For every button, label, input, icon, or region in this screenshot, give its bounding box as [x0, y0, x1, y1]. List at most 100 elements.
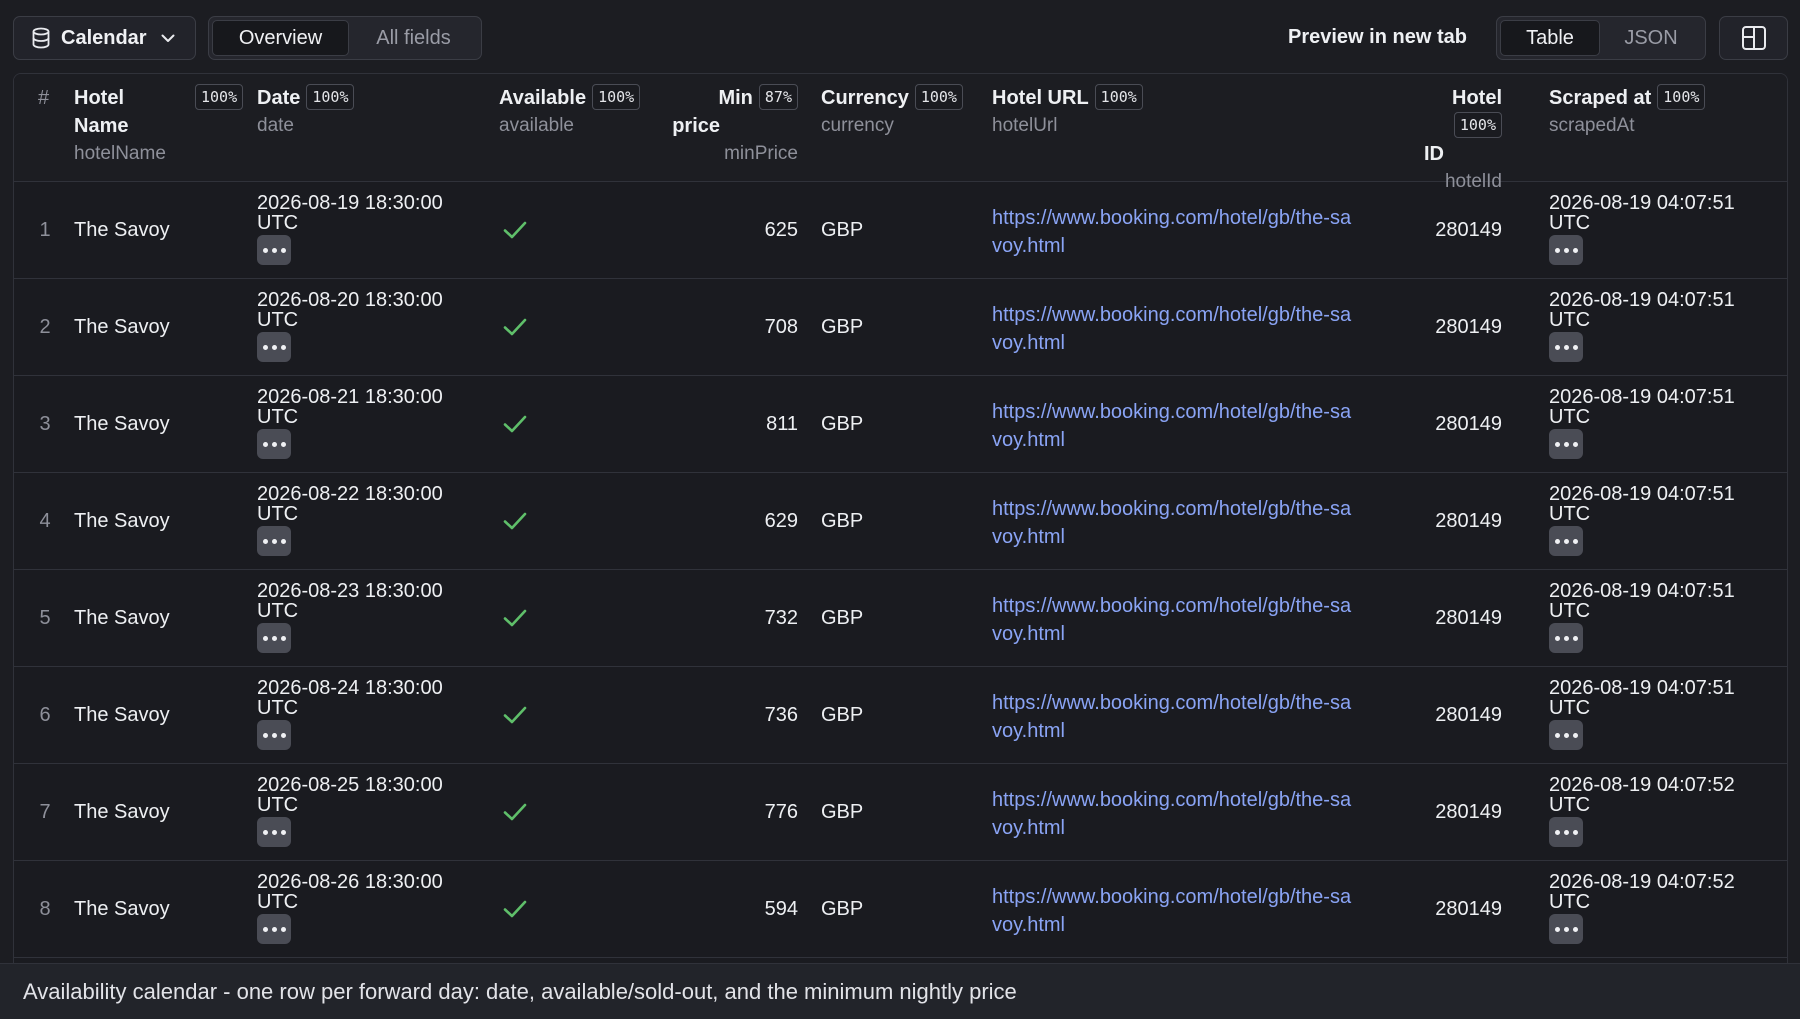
fill-badge: 100%	[1094, 84, 1143, 110]
preview-in-new-tab-link[interactable]: Preview in new tab	[1288, 26, 1467, 49]
col-available[interactable]: Available 100% available	[499, 84, 641, 140]
table-row[interactable]: 4 The Savoy 2026-08-22 18:30:00 UTC 629 GBP ht…	[14, 473, 1787, 570]
col-scraped-at[interactable]: Scraped at 100% scrapedAt	[1549, 84, 1706, 140]
more-button[interactable]	[1549, 817, 1583, 847]
more-button[interactable]	[257, 914, 291, 944]
dot-icon	[280, 441, 286, 447]
more-button[interactable]	[257, 235, 291, 265]
dot-icon	[262, 926, 268, 932]
dot-icon	[1563, 732, 1569, 738]
hotel-url-link[interactable]: https://www.booking.com/hotel/gb/the-sa v…	[992, 592, 1372, 648]
hotel-name: The Savoy	[74, 413, 170, 435]
more-button[interactable]	[257, 623, 291, 653]
col-hotel-url[interactable]: Hotel URL 100% hotelUrl	[992, 84, 1143, 140]
toolbar: Calendar Overview All fields Preview in …	[0, 0, 1800, 74]
table-row[interactable]: 1 The Savoy 2026-08-19 18:30:00 UTC 625 GBP ht…	[14, 182, 1787, 279]
dot-icon	[1572, 538, 1578, 544]
dot-icon	[262, 732, 268, 738]
more-button[interactable]	[257, 429, 291, 459]
more-button[interactable]	[257, 720, 291, 750]
date-tz: UTC	[257, 794, 299, 816]
hotel-id: 280149	[1435, 607, 1502, 629]
tab-all-fields[interactable]: All fields	[349, 20, 478, 56]
hotel-url-link[interactable]: https://www.booking.com/hotel/gb/the-sa v…	[992, 495, 1372, 551]
currency: GBP	[821, 704, 864, 726]
more-button[interactable]	[1549, 720, 1583, 750]
hotel-id: 280149	[1435, 801, 1502, 823]
hotel-url-link[interactable]: https://www.booking.com/hotel/gb/the-sa v…	[992, 204, 1372, 260]
currency: GBP	[821, 219, 864, 241]
more-button[interactable]	[257, 332, 291, 362]
more-button[interactable]	[1549, 235, 1583, 265]
hotel-url-part: voy.html	[992, 623, 1065, 645]
dot-icon	[271, 829, 277, 835]
col-currency[interactable]: Currency 100% currency	[821, 84, 963, 140]
more-button[interactable]	[257, 526, 291, 556]
date-cell: 2026-08-19 18:30:00 UTC	[257, 193, 443, 265]
date-value: 2026-08-20 18:30:00	[257, 289, 443, 311]
hotel-url-link[interactable]: https://www.booking.com/hotel/gb/the-sa v…	[992, 786, 1372, 842]
row-number: 2	[39, 316, 51, 338]
hotel-id: 280149	[1435, 413, 1502, 435]
hotel-id: 280149	[1435, 704, 1502, 726]
scraped-tz: UTC	[1549, 406, 1591, 428]
tab-json[interactable]: JSON	[1600, 20, 1702, 56]
more-button[interactable]	[1549, 332, 1583, 362]
dot-icon	[1563, 344, 1569, 350]
col-hotel-id[interactable]: Hotel100% ID hotelId	[1404, 84, 1502, 196]
hotel-url-part: https://www.booking.com/hotel/gb/the-sa	[992, 595, 1352, 617]
hotel-url-part: voy.html	[992, 914, 1065, 936]
dot-icon	[1572, 926, 1578, 932]
tab-table[interactable]: Table	[1500, 20, 1600, 56]
dot-icon	[1554, 732, 1560, 738]
hotel-url-link[interactable]: https://www.booking.com/hotel/gb/the-sa v…	[992, 883, 1372, 939]
more-button[interactable]	[1549, 429, 1583, 459]
hotel-url-link[interactable]: https://www.booking.com/hotel/gb/the-sa v…	[992, 301, 1372, 357]
date-value: 2026-08-22 18:30:00	[257, 483, 443, 505]
fill-badge: 100%	[195, 84, 244, 110]
dot-icon	[1563, 538, 1569, 544]
table-row[interactable]: 3 The Savoy 2026-08-21 18:30:00 UTC 811 GBP ht…	[14, 376, 1787, 473]
scraped-tz: UTC	[1549, 309, 1591, 331]
col-date[interactable]: Date 100% date	[257, 84, 355, 140]
dot-icon	[280, 926, 286, 932]
table-row[interactable]: 6 The Savoy 2026-08-24 18:30:00 UTC 736 GBP ht…	[14, 667, 1787, 764]
table-row[interactable]: 5 The Savoy 2026-08-23 18:30:00 UTC 732 GBP ht…	[14, 570, 1787, 667]
tab-overview[interactable]: Overview	[212, 20, 349, 56]
col-hotel-name[interactable]: Hotel 100% Name hotelName	[74, 84, 244, 168]
layout-button[interactable]	[1719, 16, 1788, 60]
dot-icon	[271, 538, 277, 544]
dot-icon	[1572, 829, 1578, 835]
col-index: #	[38, 87, 50, 109]
more-button[interactable]	[1549, 914, 1583, 944]
table-row[interactable]: 7 The Savoy 2026-08-25 18:30:00 UTC 776 GBP ht…	[14, 764, 1787, 861]
dot-icon	[1563, 829, 1569, 835]
hotel-url-part: voy.html	[992, 720, 1065, 742]
more-button[interactable]	[1549, 526, 1583, 556]
more-button[interactable]	[1549, 623, 1583, 653]
date-tz: UTC	[257, 309, 299, 331]
layout-grid-icon	[1741, 26, 1766, 50]
dot-icon	[1554, 247, 1560, 253]
row-number: 3	[39, 413, 51, 435]
currency: GBP	[821, 801, 864, 823]
dot-icon	[271, 732, 277, 738]
dot-icon	[271, 635, 277, 641]
dot-icon	[262, 344, 268, 350]
hotel-url-part: voy.html	[992, 332, 1065, 354]
hotel-url-link[interactable]: https://www.booking.com/hotel/gb/the-sa v…	[992, 689, 1372, 745]
more-button[interactable]	[257, 817, 291, 847]
dot-icon	[280, 344, 286, 350]
table-row[interactable]: 2 The Savoy 2026-08-20 18:30:00 UTC 708 GBP ht…	[14, 279, 1787, 376]
hotel-id: 280149	[1435, 219, 1502, 241]
hotel-url-part: https://www.booking.com/hotel/gb/the-sa	[992, 886, 1352, 908]
hotel-url-link[interactable]: https://www.booking.com/hotel/gb/the-sa v…	[992, 398, 1372, 454]
scraped-at-cell: 2026-08-19 04:07:52 UTC	[1549, 775, 1735, 847]
scraped-at-cell: 2026-08-19 04:07:51 UTC	[1549, 193, 1735, 265]
dataset-dropdown[interactable]: Calendar	[13, 16, 196, 60]
col-min-price[interactable]: Min 87% price minPrice	[654, 84, 798, 168]
dot-icon	[280, 829, 286, 835]
dot-icon	[280, 635, 286, 641]
table-row[interactable]: 8 The Savoy 2026-08-26 18:30:00 UTC 594 GBP ht…	[14, 861, 1787, 958]
date-cell: 2026-08-21 18:30:00 UTC	[257, 387, 443, 459]
